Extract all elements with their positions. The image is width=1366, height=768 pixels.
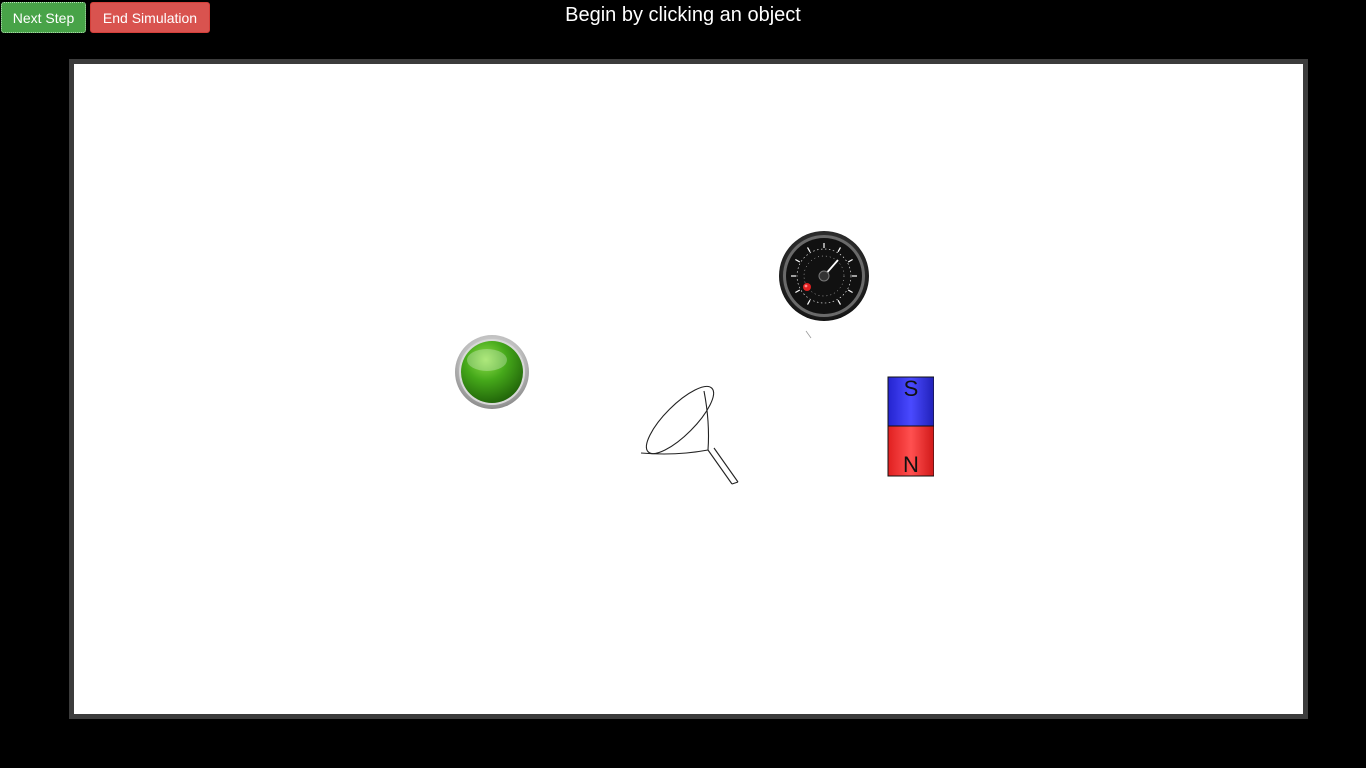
instruction-text: Begin by clicking an object [565, 4, 801, 26]
bar-magnet-icon[interactable]: S N [886, 376, 934, 478]
top-bar: Next Step End Simulation Begin by clicki… [0, 0, 1366, 58]
magnet-north-label: N [903, 452, 919, 477]
magnet-south-label: S [904, 376, 919, 401]
simulation-stage: S N [69, 59, 1308, 719]
funnel-icon[interactable] [636, 382, 742, 488]
pressure-gauge-icon[interactable] [778, 230, 872, 350]
green-round-button-icon[interactable] [453, 334, 531, 412]
